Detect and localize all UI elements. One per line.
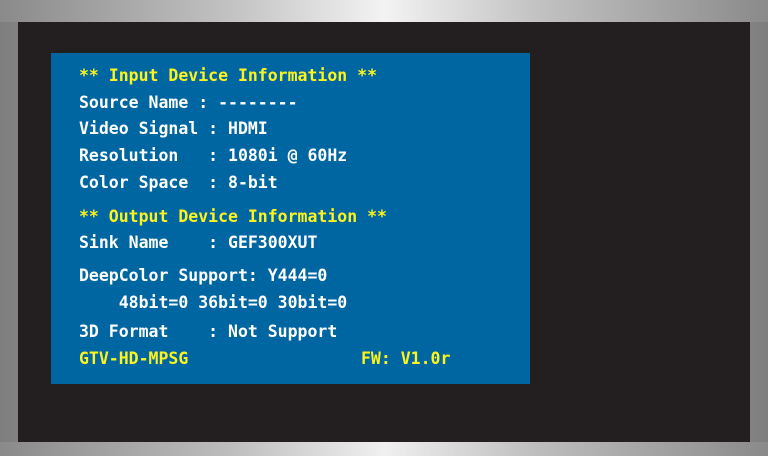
output-device-header: ** Output Device Information **	[79, 207, 387, 226]
bezel-top-edge	[0, 0, 768, 22]
osd-info-panel: ** Input Device Information ** Source Na…	[51, 53, 530, 384]
model-name-label: GTV-HD-MPSG	[79, 349, 189, 368]
input-device-header: ** Input Device Information **	[79, 66, 378, 85]
firmware-version-label: FW: V1.0r	[361, 349, 451, 368]
resolution-row: Resolution : 1080i @ 60Hz	[79, 146, 348, 165]
video-signal-row: Video Signal : HDMI	[79, 119, 268, 138]
3d-format-row: 3D Format : Not Support	[79, 322, 338, 341]
deepcolor-support-row: DeepColor Support: Y444=0	[79, 266, 328, 285]
color-space-row: Color Space : 8-bit	[79, 173, 278, 192]
sink-name-row: Sink Name : GEF300XUT	[79, 233, 318, 252]
bezel-bottom-edge	[0, 442, 768, 456]
deepcolor-bits-row: 48bit=0 36bit=0 30bit=0	[79, 293, 348, 312]
source-name-row: Source Name : --------	[79, 93, 298, 112]
